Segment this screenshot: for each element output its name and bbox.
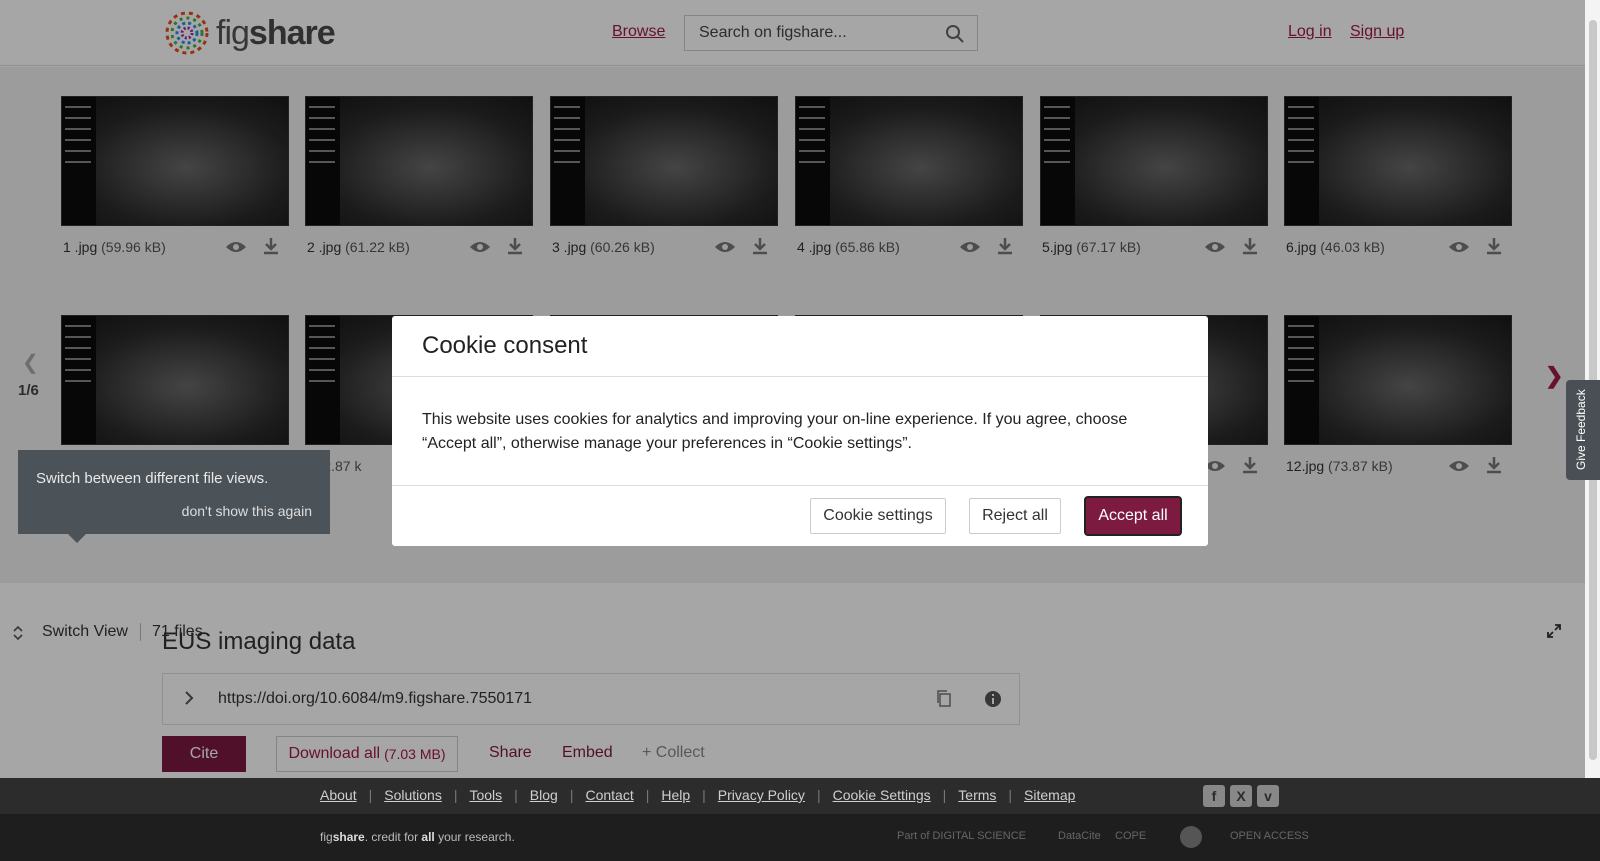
partner-seal-logo[interactable] bbox=[1180, 826, 1202, 848]
footer-bottom: figshare. credit for all your research. … bbox=[0, 814, 1600, 861]
datacite-logo[interactable]: DataCite bbox=[1058, 830, 1101, 842]
open-access-logo[interactable]: OPEN ACCESS bbox=[1230, 830, 1309, 842]
x-twitter-icon[interactable]: X bbox=[1230, 785, 1252, 807]
cookie-consent-dialog: Cookie consent This website uses cookies… bbox=[392, 316, 1208, 546]
footer-link[interactable]: Sitemap bbox=[1024, 787, 1075, 803]
reject-all-button[interactable]: Reject all bbox=[969, 498, 1061, 534]
footer-link[interactable]: Cookie Settings bbox=[833, 787, 931, 803]
facebook-icon[interactable]: f bbox=[1203, 785, 1225, 807]
digital-science-logo[interactable]: Part of DIGITAL SCIENCE bbox=[897, 830, 1026, 842]
dont-show-again-link[interactable]: don't show this again bbox=[182, 503, 312, 519]
file-view-tooltip: Switch between different file views. don… bbox=[18, 450, 330, 543]
dialog-title: Cookie consent bbox=[422, 332, 588, 359]
modal-overlay: Switch between different file views. don… bbox=[0, 0, 1600, 778]
footer-link[interactable]: Solutions bbox=[384, 787, 442, 803]
cookie-settings-button[interactable]: Cookie settings bbox=[810, 498, 946, 534]
cope-logo[interactable]: COPE bbox=[1115, 830, 1146, 842]
footer-separator: | bbox=[368, 787, 373, 803]
footer-separator: | bbox=[453, 787, 458, 803]
footer-link[interactable]: Help bbox=[661, 787, 690, 803]
footer-separator: | bbox=[514, 787, 518, 803]
footer-link[interactable]: Terms bbox=[958, 787, 996, 803]
footer-tagline: figshare. credit for all your research. bbox=[320, 830, 515, 844]
tooltip-tail bbox=[68, 534, 86, 543]
footer-separator: | bbox=[942, 787, 947, 803]
give-feedback-tab[interactable]: Give Feedback bbox=[1566, 380, 1600, 480]
accept-all-button[interactable]: Accept all bbox=[1084, 496, 1182, 536]
vimeo-icon[interactable]: v bbox=[1257, 785, 1279, 807]
footer-link[interactable]: About bbox=[320, 787, 357, 803]
footer-nav: About | Solutions | Tools | Blog | Contact | Help |… bbox=[320, 787, 1075, 803]
divider bbox=[392, 485, 1208, 486]
tooltip-text: Switch between different file views. bbox=[36, 470, 269, 487]
divider bbox=[392, 376, 1208, 377]
footer-link[interactable]: Privacy Policy bbox=[718, 787, 805, 803]
footer-separator: | bbox=[645, 787, 650, 803]
footer-separator: | bbox=[569, 787, 574, 803]
dialog-body: This website uses cookies for analytics … bbox=[422, 411, 1128, 452]
footer-separator: | bbox=[1008, 787, 1013, 803]
footer-link[interactable]: Tools bbox=[469, 787, 502, 803]
footer-link[interactable]: Contact bbox=[585, 787, 633, 803]
footer-link[interactable]: Blog bbox=[530, 787, 558, 803]
footer-separator: | bbox=[702, 787, 706, 803]
footer-separator: | bbox=[816, 787, 821, 803]
footer-links-bar: About | Solutions | Tools | Blog | Contact | Help |… bbox=[0, 778, 1600, 814]
